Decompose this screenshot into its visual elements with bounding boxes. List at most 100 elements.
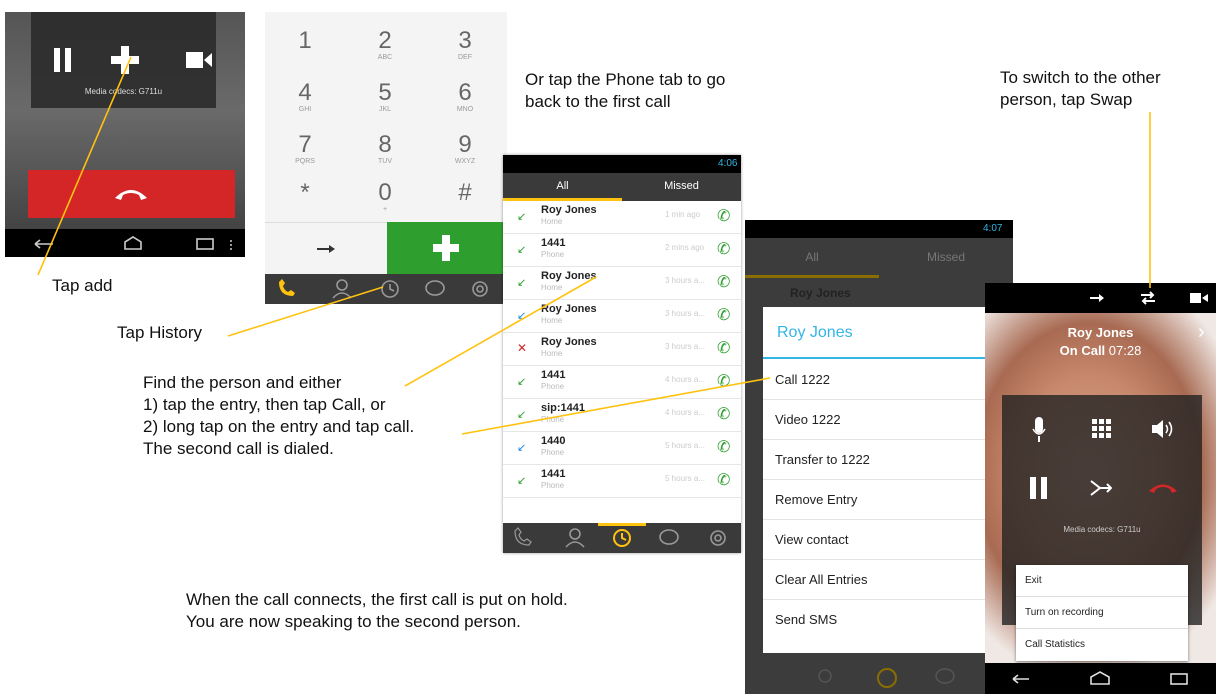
history-tabs: All Missed	[503, 173, 741, 201]
nav-icons	[1012, 671, 1188, 685]
transfer-button[interactable]	[265, 222, 387, 274]
dialpad-key-9[interactable]: 9 WXYZ	[425, 124, 505, 169]
missed-call-icon: ✕	[517, 341, 528, 355]
overflow-menu: Exit Turn on recording Call Statistics	[1016, 565, 1188, 661]
entry-name: 1440	[541, 435, 566, 447]
dialpad-key-5[interactable]: 5 JKL	[345, 72, 425, 117]
tab-all[interactable]: All	[745, 238, 879, 278]
caption-tap-add: Tap add	[52, 276, 113, 295]
hold-icon[interactable]	[53, 47, 73, 73]
key-digit: 8	[378, 131, 392, 158]
dialpad-key-hash[interactable]: #	[425, 172, 505, 217]
entry-time: 1 min ago	[665, 210, 701, 219]
dialpad-key-3[interactable]: 3 DEF	[425, 20, 505, 65]
history-screen: 4:06 All Missed ↙ Roy Jones Home 1 min a…	[503, 155, 741, 553]
entry-name: Roy Jones	[541, 204, 597, 216]
keypad-icon[interactable]	[1092, 419, 1112, 439]
menu-item-recording[interactable]: Turn on recording	[1016, 597, 1188, 629]
add-call-icon[interactable]	[111, 46, 139, 74]
entry-type: Home	[541, 217, 563, 226]
history-row[interactable]: ✕ Roy Jones Home 3 hours a... ✆	[503, 333, 741, 366]
dialpad-key-0[interactable]: 0 +	[345, 172, 425, 217]
key-letters: GHI	[298, 106, 312, 113]
incoming-call-icon: ↙	[517, 475, 527, 487]
caption-connects: When the call connects, the first call i…	[186, 590, 568, 631]
entry-type: Home	[541, 316, 563, 325]
dialpad-key-7[interactable]: 7 PQRS	[265, 124, 345, 169]
tab-all[interactable]: All	[503, 173, 622, 201]
dialpad-key-8[interactable]: 8 TUV	[345, 124, 425, 169]
call-back-icon[interactable]: ✆	[717, 272, 730, 292]
hangup-button[interactable]	[28, 170, 235, 218]
key-letters: JKL	[378, 106, 392, 113]
call-back-icon[interactable]: ✆	[717, 305, 730, 325]
video-icon[interactable]	[1190, 292, 1208, 304]
history-row[interactable]: ↙ sip:1441 Phone 4 hours a... ✆	[503, 399, 741, 432]
call-back-icon[interactable]: ✆	[717, 404, 730, 424]
call-back-icon[interactable]: ✆	[717, 470, 730, 490]
menu-item-send-sms[interactable]: Send SMS	[763, 600, 1013, 640]
hold-icon[interactable]	[1030, 477, 1048, 499]
tab-icons	[279, 279, 488, 299]
history-row[interactable]: ↙ 1441 Phone 5 hours a... ✆	[503, 465, 741, 498]
history-row[interactable]: ↙ 1440 Phone 5 hours a... ✆	[503, 432, 741, 465]
entry-name: Roy Jones	[541, 270, 597, 282]
menu-item-call[interactable]: Call 1222	[763, 360, 1013, 400]
key-letters: DEF	[458, 54, 472, 61]
video-icon[interactable]	[186, 50, 212, 70]
history-row[interactable]: ↙ Roy Jones Home 3 hours a... ✆	[503, 267, 741, 300]
key-digit: 9	[458, 131, 472, 158]
nav-bar	[5, 229, 245, 257]
context-menu: Roy Jones Call 1222 Video 1222 Transfer …	[763, 307, 1013, 653]
key-letters: MNO	[456, 106, 474, 113]
key-letters: PQRS	[295, 158, 315, 165]
call-back-icon[interactable]: ✆	[717, 206, 730, 226]
menu-item-call-statistics[interactable]: Call Statistics	[1016, 629, 1188, 661]
incoming-call-icon: ↙	[517, 277, 527, 289]
behind-entry-name: Roy Jones	[790, 286, 851, 300]
menu-item-remove[interactable]: Remove Entry	[763, 480, 1013, 520]
call-back-icon[interactable]: ✆	[717, 437, 730, 457]
menu-item-video[interactable]: Video 1222	[763, 400, 1013, 440]
call-back-icon[interactable]: ✆	[717, 338, 730, 358]
key-digit: 3	[458, 27, 472, 54]
call-back-icon[interactable]: ✆	[717, 239, 730, 259]
dialpad-key-4[interactable]: 4 GHI	[265, 72, 345, 117]
status-bar: 4:06	[503, 155, 741, 173]
incoming-call-icon: ↙	[517, 211, 527, 223]
menu-item-transfer[interactable]: Transfer to 1222	[763, 440, 1013, 480]
history-row[interactable]: ↙ 1441 Phone 4 hours a... ✆	[503, 366, 741, 399]
tab-missed[interactable]: Missed	[879, 238, 1013, 278]
call-back-icon[interactable]: ✆	[717, 371, 730, 391]
dialpad-key-1[interactable]: 1	[265, 20, 345, 65]
speaker-icon[interactable]	[1152, 419, 1176, 439]
history-row[interactable]: ↙ 1441 Phone 2 mins ago ✆	[503, 234, 741, 267]
merge-icon[interactable]	[1090, 479, 1112, 497]
add-call-button[interactable]	[387, 222, 507, 274]
transfer-icon[interactable]	[1090, 293, 1104, 303]
menu-item-clear-all[interactable]: Clear All Entries	[763, 560, 1013, 600]
incoming-call-icon: ↙	[517, 409, 527, 421]
microphone-icon[interactable]	[1032, 417, 1046, 443]
clock: 4:07	[983, 223, 1003, 234]
swap-icon[interactable]	[1140, 290, 1156, 306]
menu-item-view-contact[interactable]: View contact	[763, 520, 1013, 560]
arrow-right-icon	[317, 245, 335, 253]
hangup-icon[interactable]	[1148, 481, 1178, 495]
dialpad-key-2[interactable]: 2 ABC	[345, 20, 425, 65]
chevron-right-icon[interactable]: ›	[1198, 321, 1205, 344]
history-row[interactable]: ↙ Roy Jones Home 1 min ago ✆	[503, 201, 741, 234]
swap-call-screen: Roy Jones On Call 07:28 › Media codecs: …	[985, 283, 1216, 694]
dialpad-key-star[interactable]: *	[265, 172, 345, 217]
history-row[interactable]: ↙ Roy Jones Home 3 hours a... ✆	[503, 300, 741, 333]
caption-find-person: Find the person and either 1) tap the en…	[143, 373, 415, 458]
key-letters: +	[382, 206, 388, 213]
entry-name: 1441	[541, 468, 566, 480]
menu-title: Roy Jones	[777, 324, 853, 341]
codec-label: Media codecs: G711u	[84, 87, 163, 96]
entry-type: Home	[541, 283, 563, 292]
menu-item-exit[interactable]: Exit	[1016, 565, 1188, 597]
entry-time: 2 mins ago	[665, 243, 705, 252]
dialpad-key-6[interactable]: 6 MNO	[425, 72, 505, 117]
tab-missed[interactable]: Missed	[622, 173, 741, 201]
